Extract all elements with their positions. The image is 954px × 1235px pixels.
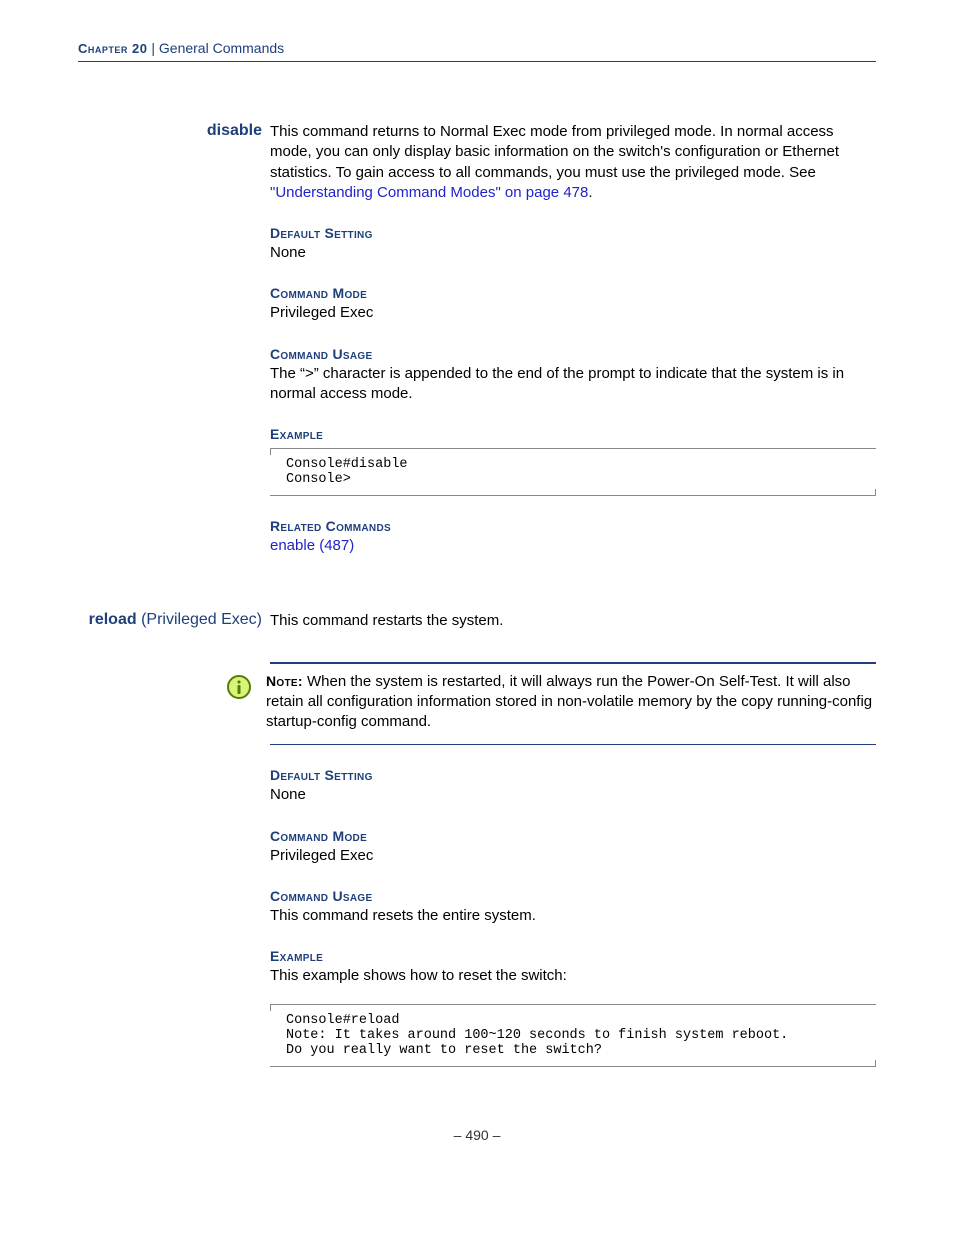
command-name-reload: reload — [89, 611, 137, 628]
command-body-col: This command returns to Normal Exec mode… — [270, 122, 876, 556]
header-separator: | — [147, 40, 158, 56]
note-label: Note: — [266, 673, 303, 689]
command-usage-value: The “>” character is appended to the end… — [270, 364, 876, 405]
reload-intro: This command restarts the system. — [270, 611, 876, 631]
note-top-rule — [270, 662, 876, 664]
info-icon — [226, 674, 266, 704]
chapter-label: Chapter 20 — [78, 41, 147, 56]
heading-default-setting: Default Setting — [270, 767, 876, 783]
heading-default-setting: Default Setting — [270, 225, 876, 241]
command-label-col: disable — [78, 122, 270, 140]
heading-example: Example — [270, 948, 876, 964]
command-name-disable: disable — [207, 122, 262, 139]
command-disable-row: disable This command returns to Normal E… — [78, 122, 876, 556]
note-text: Note: When the system is restarted, it w… — [266, 672, 876, 733]
text: This command returns to Normal Exec mode… — [270, 123, 839, 181]
heading-command-usage: Command Usage — [270, 888, 876, 904]
disable-intro: This command returns to Normal Exec mode… — [270, 122, 876, 203]
command-reload-row: reload (Privileged Exec) This command re… — [78, 611, 876, 1067]
heading-command-usage: Command Usage — [270, 346, 876, 362]
command-usage-value: This command resets the entire system. — [270, 906, 876, 926]
command-name-reload-extra: (Privileged Exec) — [137, 611, 262, 628]
note-body: When the system is restarted, it will al… — [266, 673, 872, 731]
page-footer: – 490 – — [78, 1127, 876, 1143]
command-body-col: This command restarts the system. Note: … — [270, 611, 876, 1067]
page: Chapter 20 | General Commands disable Th… — [0, 0, 954, 1235]
heading-command-mode: Command Mode — [270, 285, 876, 301]
note-row: Note: When the system is restarted, it w… — [270, 672, 876, 733]
page-header: Chapter 20 | General Commands — [78, 40, 876, 62]
note-bottom-rule — [270, 744, 876, 745]
default-setting-value: None — [270, 243, 876, 263]
command-mode-value: Privileged Exec — [270, 303, 876, 323]
link-understanding-command-modes[interactable]: "Understanding Command Modes" on page 47… — [270, 184, 588, 201]
example-intro: This example shows how to reset the swit… — [270, 966, 876, 986]
heading-example: Example — [270, 426, 876, 442]
text: . — [588, 184, 592, 201]
heading-command-mode: Command Mode — [270, 828, 876, 844]
command-label-col: reload (Privileged Exec) — [78, 611, 270, 629]
heading-related-commands: Related Commands — [270, 518, 876, 534]
command-mode-value: Privileged Exec — [270, 846, 876, 866]
default-setting-value: None — [270, 785, 876, 805]
code-block-reload: Console#reload Note: It takes around 100… — [270, 1004, 876, 1067]
code-block-disable: Console#disable Console> — [270, 448, 876, 496]
link-enable-487[interactable]: enable (487) — [270, 537, 354, 554]
chapter-title: General Commands — [159, 40, 284, 56]
